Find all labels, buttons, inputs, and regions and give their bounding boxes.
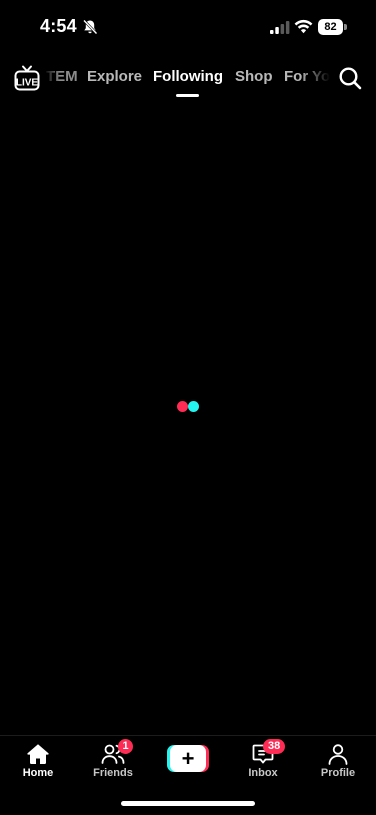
profile-icon [328, 744, 348, 765]
status-time: 4:54 [40, 16, 77, 36]
tab-home[interactable]: Home [3, 736, 73, 786]
home-indicator[interactable] [121, 801, 255, 806]
tab-inbox-label: Inbox [248, 767, 278, 779]
inbox-badge: 38 [263, 739, 286, 754]
loading-indicator [176, 401, 200, 413]
search-icon[interactable] [338, 66, 362, 90]
loading-dot-cyan [188, 401, 199, 412]
tab-explore[interactable]: Explore [87, 68, 142, 85]
tab-following[interactable]: Following [153, 68, 223, 85]
loading-dot-red [177, 401, 188, 412]
active-tab-indicator [176, 94, 199, 97]
tab-home-label: Home [22, 767, 54, 779]
nav-fade-left [44, 60, 60, 100]
tab-profile-label: Profile [320, 767, 356, 779]
battery-level: 82 [318, 19, 343, 35]
battery-cap [344, 24, 347, 30]
plus-icon: + [181, 746, 195, 771]
wifi-icon [294, 19, 313, 34]
bell-slash-icon [83, 19, 98, 35]
create-button[interactable]: + [167, 745, 209, 772]
tab-friends[interactable]: 1 Friends [78, 736, 148, 786]
signal-icon [270, 21, 290, 34]
tab-profile[interactable]: Profile [303, 736, 373, 786]
tab-inbox[interactable]: 38 Inbox [228, 736, 298, 786]
battery-icon: 82 [318, 19, 348, 35]
home-icon [27, 744, 49, 764]
tab-friends-label: Friends [93, 767, 133, 779]
status-bar: 4:54 82 [0, 0, 376, 56]
live-label: LIVE [16, 78, 39, 89]
friends-badge: 1 [118, 739, 133, 754]
live-icon[interactable]: LIVE [14, 65, 40, 91]
tab-shop[interactable]: Shop [235, 68, 273, 85]
nav-fade-right [300, 60, 330, 100]
